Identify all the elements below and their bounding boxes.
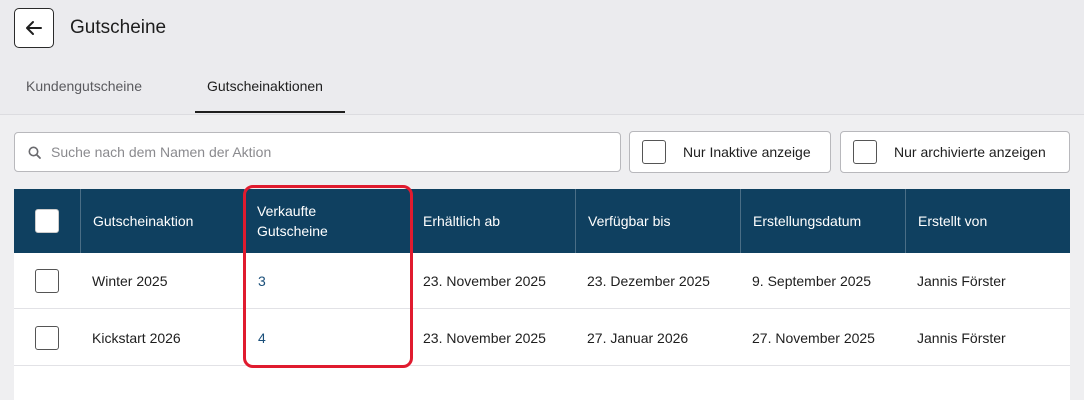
header-select-cell bbox=[14, 189, 80, 253]
column-header-verfuegbar-bis[interactable]: Verfügbar bis bbox=[575, 189, 740, 253]
active-tab-indicator bbox=[195, 111, 345, 113]
cell-name: Winter 2025 bbox=[92, 273, 168, 289]
row-select-cell bbox=[35, 253, 59, 309]
cell-name: Kickstart 2026 bbox=[92, 330, 181, 346]
cell-sold-count-link[interactable]: 4 bbox=[258, 310, 266, 366]
inactive-checkbox[interactable] bbox=[642, 140, 666, 164]
cell-created-by: Jannis Förster bbox=[917, 330, 1006, 346]
page-header: Gutscheine Kundengutscheine Gutscheinakt… bbox=[0, 0, 1084, 115]
campaign-table: Gutscheinaktion Verkaufte Gutscheine Erh… bbox=[14, 189, 1070, 400]
tab-kundengutscheine[interactable]: Kundengutscheine bbox=[26, 78, 142, 94]
cell-available-until: 27. Januar 2026 bbox=[587, 330, 689, 346]
back-button[interactable] bbox=[14, 8, 54, 48]
filter-archived-toggle[interactable]: Nur archivierte anzeigen bbox=[840, 131, 1070, 173]
table-row[interactable]: Winter 2025 3 23. November 2025 23. Deze… bbox=[14, 253, 1070, 309]
filter-inactive-toggle[interactable]: Nur Inaktive anzeige bbox=[629, 131, 831, 173]
search-input[interactable] bbox=[51, 133, 611, 171]
table-row[interactable]: Kickstart 2026 4 23. November 2025 27. J… bbox=[14, 310, 1070, 366]
cell-sold-count-link[interactable]: 3 bbox=[258, 253, 266, 309]
cell-available-from: 23. November 2025 bbox=[423, 273, 546, 289]
archived-checkbox[interactable] bbox=[853, 140, 877, 164]
search-box[interactable] bbox=[14, 132, 621, 172]
select-all-checkbox[interactable] bbox=[35, 209, 59, 233]
tab-gutscheinaktionen[interactable]: Gutscheinaktionen bbox=[207, 78, 323, 94]
column-header-erhaeltlich-ab[interactable]: Erhältlich ab bbox=[410, 189, 575, 253]
page-title: Gutscheine bbox=[70, 17, 167, 38]
row-select-cell bbox=[35, 310, 59, 366]
cell-created-by: Jannis Förster bbox=[917, 273, 1006, 289]
filter-inactive-label: Nur Inaktive anzeige bbox=[683, 144, 811, 160]
column-header-gutscheinaktion[interactable]: Gutscheinaktion bbox=[80, 189, 244, 253]
cell-created: 9. September 2025 bbox=[752, 273, 872, 289]
arrow-left-icon bbox=[26, 21, 42, 35]
column-header-verkaufte-label: Verkaufte Gutscheine bbox=[257, 203, 328, 239]
column-header-erstellt-von[interactable]: Erstellt von bbox=[905, 189, 1070, 253]
filter-archived-label: Nur archivierte anzeigen bbox=[894, 144, 1046, 160]
cell-created: 27. November 2025 bbox=[752, 330, 875, 346]
cell-available-until: 23. Dezember 2025 bbox=[587, 273, 710, 289]
cell-available-from: 23. November 2025 bbox=[423, 330, 546, 346]
search-icon bbox=[28, 146, 41, 159]
table-header: Gutscheinaktion Verkaufte Gutscheine Erh… bbox=[14, 189, 1070, 253]
row-checkbox[interactable] bbox=[35, 269, 59, 293]
column-header-erstellungsdatum[interactable]: Erstellungsdatum bbox=[740, 189, 905, 253]
column-header-verkaufte-gutscheine[interactable]: Verkaufte Gutscheine bbox=[244, 189, 410, 253]
row-checkbox[interactable] bbox=[35, 326, 59, 350]
